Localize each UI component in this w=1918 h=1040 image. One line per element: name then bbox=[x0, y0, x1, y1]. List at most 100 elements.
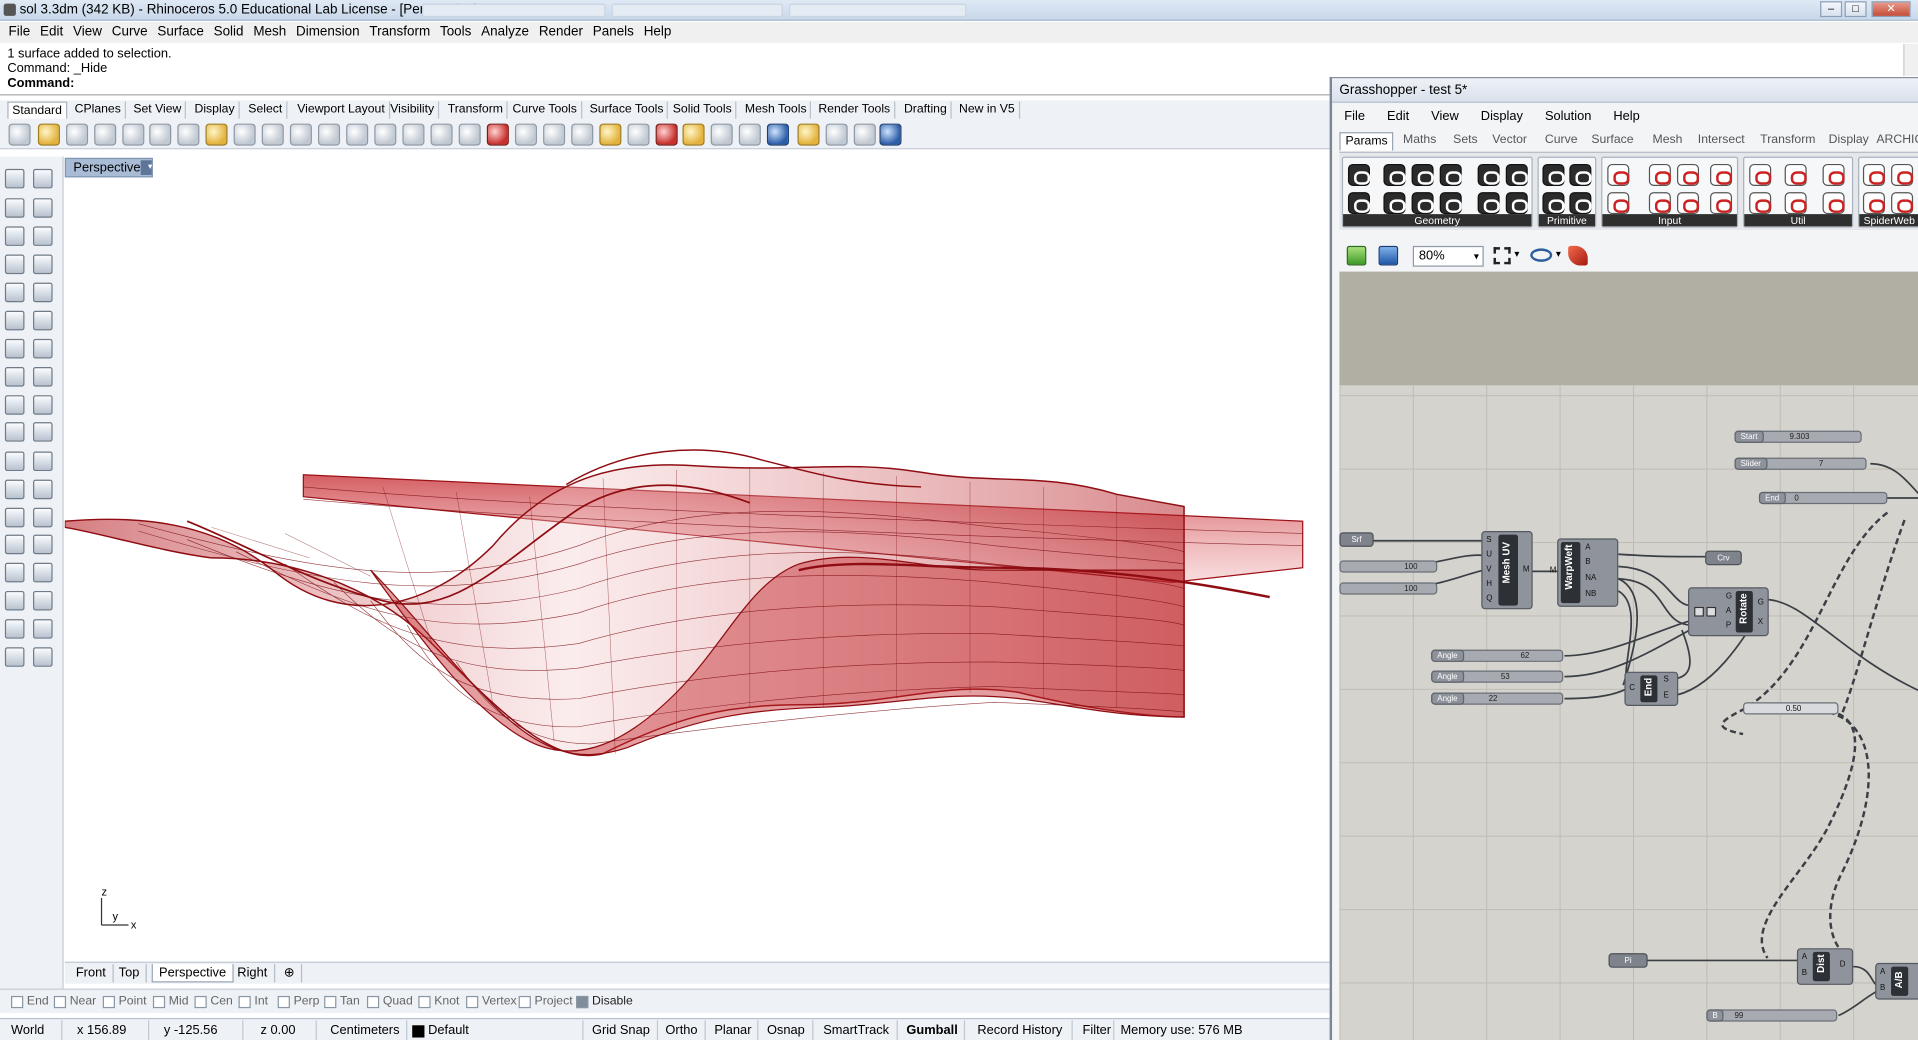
shaded-sphere-icon[interactable] bbox=[710, 123, 733, 146]
tab-display[interactable]: Display bbox=[191, 101, 240, 119]
angle-slider-1[interactable]: Angle 62 bbox=[1431, 649, 1564, 662]
port-b[interactable]: B bbox=[1802, 969, 1807, 978]
object-properties-icon[interactable] bbox=[571, 123, 594, 146]
port-na[interactable]: NA bbox=[1585, 574, 1596, 583]
brep-param-icon[interactable] bbox=[1411, 163, 1434, 186]
field-param-icon[interactable] bbox=[1505, 163, 1528, 186]
extrude-surface-icon[interactable] bbox=[33, 310, 53, 331]
ellipse-icon[interactable] bbox=[33, 226, 53, 246]
undo-icon[interactable] bbox=[233, 123, 256, 146]
polyline-icon[interactable] bbox=[4, 198, 25, 218]
background-tab[interactable] bbox=[788, 3, 967, 18]
gh-tab-sets[interactable]: Sets bbox=[1453, 132, 1477, 149]
distance-component[interactable]: A B Dist D bbox=[1796, 948, 1854, 985]
graph-mapper-icon[interactable] bbox=[1607, 192, 1630, 215]
zoom-dropdown[interactable]: 80% ▾ bbox=[1412, 245, 1484, 267]
select-arrow-icon[interactable] bbox=[4, 168, 25, 189]
osnap-point[interactable]: Point bbox=[102, 995, 147, 1008]
copy-icon[interactable] bbox=[177, 123, 200, 146]
port-a[interactable]: A bbox=[1802, 953, 1807, 962]
cplane-icon[interactable] bbox=[543, 123, 566, 146]
light-bulb-icon[interactable] bbox=[599, 123, 622, 146]
pi-component[interactable]: Pi bbox=[1608, 953, 1648, 968]
port-out-x[interactable]: X bbox=[1758, 618, 1763, 627]
chevron-down-icon[interactable]: ▾ bbox=[1474, 247, 1479, 265]
tab-drafting[interactable]: Drafting bbox=[900, 101, 952, 119]
record-history-toggle[interactable]: Record History bbox=[977, 1023, 1062, 1040]
toggle-input-icon[interactable] bbox=[1677, 163, 1700, 186]
integer-param-icon[interactable] bbox=[1569, 163, 1592, 186]
panel-input-icon[interactable] bbox=[1607, 163, 1630, 186]
close-button[interactable]: ✕ bbox=[1871, 1, 1911, 18]
gh-tab-archicad[interactable]: ARCHICAD bbox=[1876, 132, 1918, 149]
osnap-near[interactable]: Near bbox=[53, 995, 96, 1008]
gumball-icon[interactable] bbox=[33, 562, 53, 583]
layer-swatch[interactable] bbox=[412, 1025, 425, 1038]
zoom-extents-icon[interactable] bbox=[374, 123, 397, 146]
chevron-down-icon[interactable]: ▾ bbox=[1556, 248, 1561, 259]
osnap-int[interactable]: Int bbox=[238, 995, 268, 1008]
import-icon[interactable] bbox=[122, 123, 145, 146]
color-wheel-icon[interactable] bbox=[682, 123, 705, 146]
gh-tab-display[interactable]: Display bbox=[1829, 132, 1869, 149]
menu-view[interactable]: View bbox=[68, 24, 107, 42]
osnap-project[interactable]: Project bbox=[518, 995, 573, 1008]
arrow-outline-icon[interactable] bbox=[1784, 192, 1807, 215]
gh-tab-surface[interactable]: Surface bbox=[1591, 132, 1633, 149]
layer-icon[interactable] bbox=[655, 123, 678, 146]
gh-tab-params[interactable]: Params bbox=[1339, 132, 1394, 151]
preview-eye-icon[interactable] bbox=[1530, 248, 1553, 262]
menu-mesh[interactable]: Mesh bbox=[248, 24, 291, 42]
cylinder-icon[interactable] bbox=[4, 367, 25, 387]
smarttrack-toggle[interactable]: SmartTrack bbox=[823, 1023, 889, 1040]
angle-slider-2[interactable]: Angle 53 bbox=[1431, 670, 1564, 683]
add-view-tab-icon[interactable]: ⊕ bbox=[278, 964, 302, 983]
menu-tools[interactable]: Tools bbox=[435, 24, 476, 42]
paste-icon[interactable] bbox=[205, 123, 228, 146]
warpweft-component[interactable]: WarpWeft A B NA NB bbox=[1557, 538, 1619, 607]
mesh-param-icon[interactable] bbox=[1477, 163, 1500, 186]
menu-curve[interactable]: Curve bbox=[107, 24, 153, 42]
slider-slider[interactable]: Slider 7 bbox=[1734, 457, 1867, 470]
background-tab[interactable] bbox=[422, 3, 606, 18]
division-component[interactable]: A B A/B bbox=[1875, 962, 1918, 1000]
cluster-icon[interactable] bbox=[1749, 192, 1772, 215]
checkbox[interactable] bbox=[53, 995, 67, 1008]
open-folder-icon[interactable] bbox=[37, 123, 60, 146]
arc-icon[interactable] bbox=[4, 254, 25, 275]
menu-render[interactable]: Render bbox=[534, 24, 588, 42]
move-view-icon[interactable] bbox=[289, 123, 312, 146]
array-icon[interactable] bbox=[4, 534, 25, 555]
osnap-toggle[interactable]: Osnap bbox=[767, 1023, 805, 1040]
surface-param-icon[interactable] bbox=[1477, 192, 1500, 215]
curve-param-icon[interactable] bbox=[1411, 192, 1434, 215]
mesh-uv-component[interactable]: S U V H Q Mesh UV M bbox=[1481, 530, 1533, 610]
b-slider[interactable]: B 99 bbox=[1706, 1009, 1838, 1022]
gh-menu-solution[interactable]: Solution bbox=[1540, 109, 1596, 129]
srf-param[interactable]: Srf bbox=[1339, 532, 1374, 547]
grasshopper-canvas[interactable]: Start 9.303 Slider 7 End 0 Srf 100 100 S… bbox=[1339, 385, 1918, 1040]
tab-visibility[interactable]: Visibility bbox=[387, 101, 440, 119]
checkbox[interactable] bbox=[194, 995, 207, 1008]
checkbox[interactable] bbox=[576, 995, 589, 1008]
sketch-pen-icon[interactable] bbox=[1568, 245, 1588, 266]
viewport-title[interactable]: Perspective ▾ bbox=[64, 157, 153, 178]
zoom-extents-icon[interactable] bbox=[1493, 247, 1511, 265]
u-count-slider[interactable]: 100 bbox=[1339, 560, 1438, 573]
split-icon[interactable] bbox=[33, 422, 53, 442]
view-tab-top[interactable]: Top bbox=[113, 964, 147, 983]
tab-transform[interactable]: Transform bbox=[444, 101, 508, 119]
solid-box-icon[interactable] bbox=[4, 562, 25, 583]
gh-tab-transform[interactable]: Transform bbox=[1760, 132, 1815, 149]
gh-menu-display[interactable]: Display bbox=[1476, 109, 1528, 129]
point-param-icon[interactable] bbox=[1383, 192, 1406, 215]
port-e[interactable]: E bbox=[1664, 691, 1669, 700]
tab-cplanes[interactable]: CPlanes bbox=[71, 101, 126, 119]
osnap-cen[interactable]: Cen bbox=[194, 995, 233, 1008]
pan-hand-icon[interactable] bbox=[261, 123, 284, 146]
circle-icon[interactable] bbox=[4, 226, 25, 246]
fillet-icon[interactable] bbox=[4, 479, 25, 500]
menu-surface[interactable]: Surface bbox=[153, 24, 209, 42]
osnap-mid[interactable]: Mid bbox=[152, 995, 189, 1008]
checkbox[interactable] bbox=[11, 995, 24, 1008]
